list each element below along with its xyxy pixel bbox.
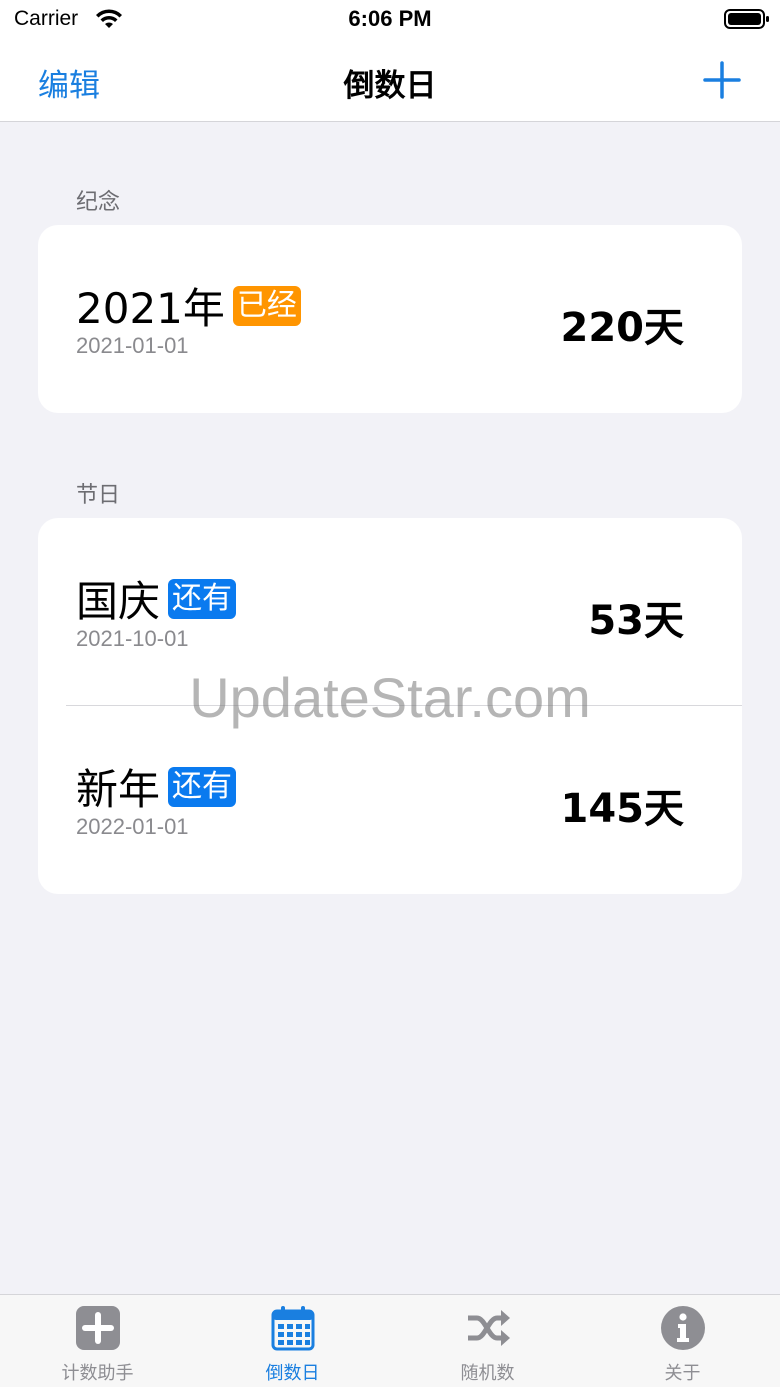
tab-counter[interactable]: 计数助手 [0,1295,195,1387]
event-name: 国庆 [76,577,161,626]
plus-square-icon [76,1306,120,1350]
days-count: 220天 [560,305,685,351]
status-bar: Carrier 6:06 PM [0,0,780,40]
list-item[interactable]: 新年 还有 2022-01-01 145天 [38,706,742,894]
anniversary-list: 2021年 已经 2021-01-01 220天 [38,225,742,413]
navigation-bar: 编辑 倒数日 [0,40,780,122]
days-count: 53天 [588,598,684,644]
days-count: 145天 [560,786,685,832]
holiday-list: 国庆 还有 2021-10-01 53天 新年 还有 2022-01-01 14… [38,518,742,894]
status-time: 6:06 PM [348,6,432,31]
tab-about[interactable]: 关于 [585,1295,780,1387]
calendar-icon [271,1306,315,1351]
event-name: 新年 [76,765,161,814]
event-title: 2021年 已经 [76,275,301,336]
event-title: 国庆 还有 [76,568,237,629]
event-date: 2021-01-01 [76,333,189,358]
tab-label: 计数助手 [61,1363,134,1384]
plus-icon [703,61,741,99]
tab-label: 倒数日 [265,1363,320,1384]
edit-button[interactable]: 编辑 [38,60,100,105]
event-name: 2021年 [76,284,225,333]
shuffle-icon [468,1310,510,1346]
event-title: 新年 还有 [76,756,237,817]
section-header-holidays: 节日 [76,483,121,508]
tab-bar: 计数助手 倒数日 随机数 关于 [0,1294,780,1387]
info-circle-icon [661,1306,705,1350]
event-date: 2022-01-01 [76,814,189,839]
page-title: 倒数日 [343,68,437,104]
tab-random[interactable]: 随机数 [390,1295,585,1387]
event-date: 2021-10-01 [76,626,189,651]
status-badge: 已经 [232,285,301,326]
tab-countdown[interactable]: 倒数日 [195,1295,390,1387]
list-item[interactable]: 国庆 还有 2021-10-01 53天 [38,518,742,706]
tab-label: 关于 [664,1363,701,1384]
battery-icon [724,9,769,29]
section-header-anniversary: 纪念 [76,190,121,215]
tab-label: 随机数 [460,1363,515,1384]
add-button[interactable] [702,60,742,100]
list-item[interactable]: 2021年 已经 2021-01-01 220天 [38,225,742,413]
status-badge: 还有 [168,578,237,619]
status-badge: 还有 [168,766,237,807]
